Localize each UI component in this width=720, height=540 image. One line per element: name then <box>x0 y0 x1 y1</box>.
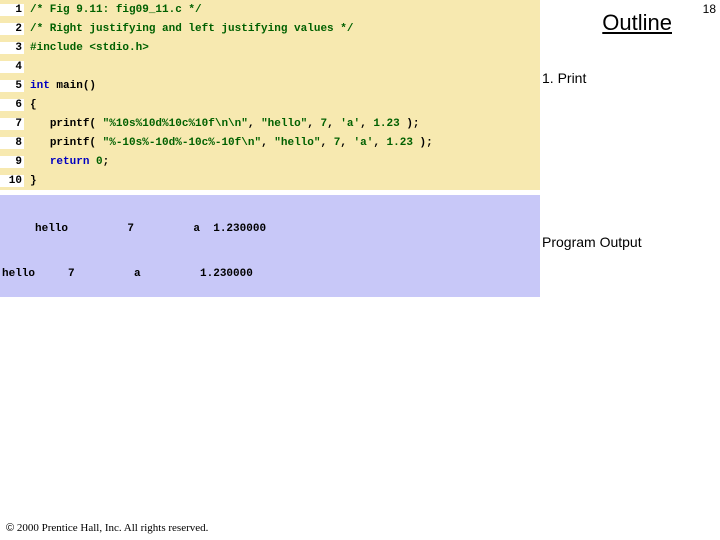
code-token: "hello" <box>261 118 307 130</box>
line-number: 9 <box>0 156 24 168</box>
line-number: 8 <box>0 137 24 149</box>
line-number: 7 <box>0 118 24 130</box>
line-number: 6 <box>0 99 24 111</box>
copyright-text: 2000 Prentice Hall, Inc. All rights rese… <box>14 522 208 534</box>
code-token: , <box>307 118 320 130</box>
code-content: /* Fig 9.11: fig09_11.c */ <box>24 4 202 16</box>
code-content: { <box>24 99 37 111</box>
output-line: hello 7 a 1.230000 <box>0 263 540 285</box>
code-token: printf( <box>50 137 103 149</box>
page-number: 18 <box>703 2 716 16</box>
code-content: return 0; <box>24 156 109 168</box>
code-line: 3 #include <stdio.h> <box>0 38 540 57</box>
output-line: hello 7 a 1.230000 <box>0 219 540 239</box>
code-content: printf( "%10s%10d%10c%10f\n\n", "hello",… <box>24 118 420 130</box>
code-token: /* Fig 9.11: fig09_11.c */ <box>30 4 202 16</box>
code-token: "%-10s%-10d%-10c%-10f\n" <box>103 137 261 149</box>
code-content: } <box>24 175 37 187</box>
code-token: { <box>30 99 37 111</box>
line-number: 5 <box>0 80 24 92</box>
code-token: "hello" <box>274 137 320 149</box>
outline-title: Outline <box>540 0 690 36</box>
code-token: 'a' <box>354 137 374 149</box>
program-output: hello 7 a 1.230000 hello 7 a 1.230000 <box>0 195 540 297</box>
annotation-output: Program Output <box>542 234 682 250</box>
code-content: #include <stdio.h> <box>24 42 149 54</box>
code-content: int main() <box>24 80 96 92</box>
code-token: "%10s%10d%10c%10f\n\n" <box>103 118 248 130</box>
code-token: , <box>327 118 340 130</box>
annotation-print: 1. Print <box>542 70 682 86</box>
line-number: 1 <box>0 4 24 16</box>
outline-panel: Outline 1. Print Program Output <box>540 0 690 540</box>
code-token: main() <box>50 80 96 92</box>
code-token: 0 <box>96 156 103 168</box>
code-token: , <box>340 137 353 149</box>
code-line: 2 /* Right justifying and left justifying… <box>0 19 540 38</box>
code-token: , <box>261 137 274 149</box>
line-number: 4 <box>0 61 24 73</box>
code-line: 5int main() <box>0 76 540 95</box>
line-number: 2 <box>0 23 24 35</box>
code-token: 'a' <box>340 118 360 130</box>
code-line: 8 printf( "%-10s%-10d%-10c%-10f\n", "hel… <box>0 133 540 152</box>
code-token: , <box>320 137 333 149</box>
code-token: #include <stdio.h> <box>30 42 149 54</box>
code-line: 9 return 0; <box>0 152 540 171</box>
code-line: 7 printf( "%10s%10d%10c%10f\n\n", "hello… <box>0 114 540 133</box>
code-token: ); <box>413 137 433 149</box>
footer-copyright: © 2000 Prentice Hall, Inc. All rights re… <box>6 522 208 534</box>
code-token: 1.23 <box>387 137 413 149</box>
code-line: 4 <box>0 57 540 76</box>
code-token: , <box>248 118 261 130</box>
code-content: printf( "%-10s%-10d%-10c%-10f\n", "hello… <box>24 137 433 149</box>
code-token: int <box>30 80 50 92</box>
code-token: /* Right justifying and left justifying … <box>30 23 353 35</box>
code-token: ; <box>103 156 110 168</box>
code-content: /* Right justifying and left justifying … <box>24 23 353 35</box>
code-line: 1 /* Fig 9.11: fig09_11.c */ <box>0 0 540 19</box>
line-number: 3 <box>0 42 24 54</box>
code-token: } <box>30 175 37 187</box>
code-token: , <box>360 118 373 130</box>
code-block: 1 /* Fig 9.11: fig09_11.c */ 2 /* Right jus… <box>0 0 540 190</box>
code-token: ); <box>400 118 420 130</box>
code-line: 6{ <box>0 95 540 114</box>
code-token: 1.23 <box>373 118 399 130</box>
code-token: return <box>50 156 90 168</box>
code-token: , <box>373 137 386 149</box>
line-number: 10 <box>0 175 24 187</box>
copyright-symbol: © <box>6 522 14 534</box>
code-token: printf( <box>50 118 103 130</box>
code-line: 10} <box>0 171 540 190</box>
